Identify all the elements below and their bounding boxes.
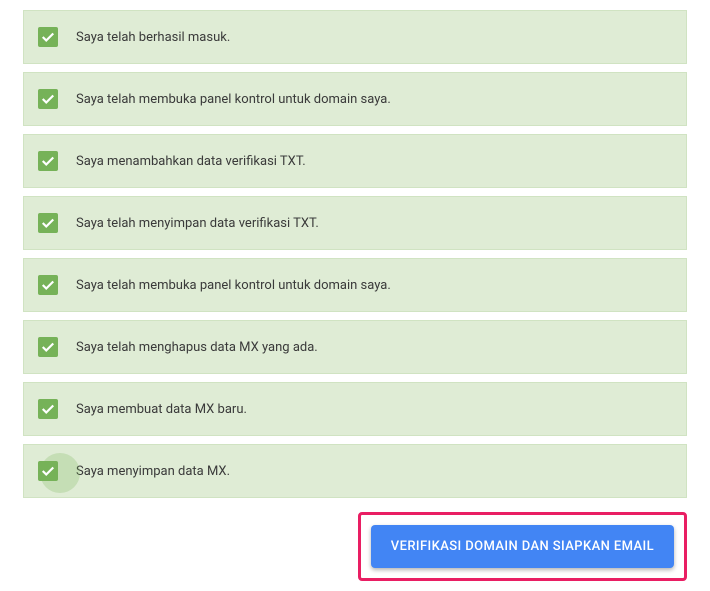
highlight-frame: VERIFIKASI DOMAIN DAN SIAPKAN EMAIL xyxy=(358,512,687,581)
check-label: Saya telah membuka panel kontrol untuk d… xyxy=(76,92,391,107)
check-icon xyxy=(38,399,58,419)
check-item[interactable]: Saya telah membuka panel kontrol untuk d… xyxy=(23,72,687,126)
action-row: VERIFIKASI DOMAIN DAN SIAPKAN EMAIL xyxy=(23,512,687,581)
check-icon xyxy=(38,461,58,481)
check-label: Saya menyimpan data MX. xyxy=(76,464,230,479)
check-label: Saya telah menghapus data MX yang ada. xyxy=(76,340,318,355)
check-item[interactable]: Saya menyimpan data MX. xyxy=(23,444,687,498)
check-item[interactable]: Saya telah berhasil masuk. xyxy=(23,10,687,64)
check-label: Saya telah menyimpan data verifikasi TXT… xyxy=(76,216,319,231)
check-label: Saya telah berhasil masuk. xyxy=(76,30,230,45)
check-label: Saya membuat data MX baru. xyxy=(76,402,247,417)
check-icon xyxy=(38,337,58,357)
verification-checklist: Saya telah berhasil masuk. Saya telah me… xyxy=(23,10,687,498)
check-icon xyxy=(38,27,58,47)
check-label: Saya telah membuka panel kontrol untuk d… xyxy=(76,278,391,293)
check-item[interactable]: Saya telah membuka panel kontrol untuk d… xyxy=(23,258,687,312)
check-icon xyxy=(38,275,58,295)
check-item[interactable]: Saya telah menghapus data MX yang ada. xyxy=(23,320,687,374)
check-item[interactable]: Saya menambahkan data verifikasi TXT. xyxy=(23,134,687,188)
check-item[interactable]: Saya telah menyimpan data verifikasi TXT… xyxy=(23,196,687,250)
verify-domain-button[interactable]: VERIFIKASI DOMAIN DAN SIAPKAN EMAIL xyxy=(371,525,674,568)
check-icon xyxy=(38,213,58,233)
check-item[interactable]: Saya membuat data MX baru. xyxy=(23,382,687,436)
check-label: Saya menambahkan data verifikasi TXT. xyxy=(76,154,306,169)
check-icon xyxy=(38,151,58,171)
check-icon xyxy=(38,89,58,109)
